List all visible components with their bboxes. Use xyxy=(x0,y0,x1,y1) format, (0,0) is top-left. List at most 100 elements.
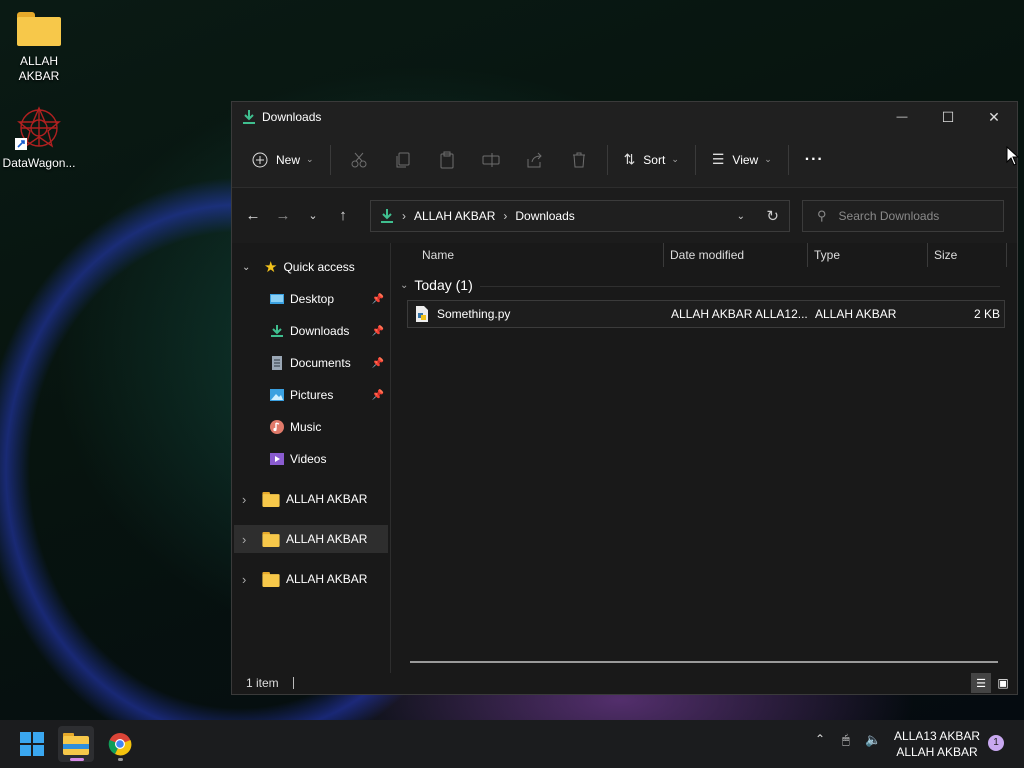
sidebar-item-label: Videos xyxy=(290,452,327,466)
content-area: ⌄ ★ Quick access Desktop 📌 Downloads 📌 D… xyxy=(232,243,1017,673)
clock-date: ALLAH AKBAR xyxy=(896,745,978,759)
horizontal-scrollbar[interactable] xyxy=(410,661,998,663)
chevron-down-icon: ⌄ xyxy=(671,154,679,164)
recent-locations-button[interactable]: ⌄ xyxy=(298,201,328,231)
sidebar-item-videos[interactable]: Videos xyxy=(234,445,388,473)
chrome-taskbar-button[interactable] xyxy=(102,726,138,762)
sidebar-item-folder[interactable]: › ALLAH AKBAR xyxy=(234,525,388,553)
sort-button[interactable]: ⇅ Sort ⌄ xyxy=(614,143,689,177)
column-divider[interactable] xyxy=(807,243,808,267)
share-icon[interactable] xyxy=(526,151,544,169)
folder-icon xyxy=(262,571,280,587)
sidebar-item-label: Desktop xyxy=(290,292,335,306)
chevron-right-icon[interactable]: › xyxy=(242,532,262,547)
group-label: Today (1) xyxy=(414,277,473,293)
more-options-button[interactable]: ··· xyxy=(795,143,834,177)
up-button[interactable]: ↑ xyxy=(328,201,358,231)
breadcrumb-item[interactable]: ALLAH AKBAR xyxy=(414,209,495,223)
notification-badge[interactable]: 1 xyxy=(988,735,1004,751)
column-divider[interactable] xyxy=(1006,243,1007,267)
sidebar-item-desktop[interactable]: Desktop 📌 xyxy=(234,285,388,313)
chevron-right-icon: › xyxy=(503,209,508,223)
rename-icon[interactable] xyxy=(482,151,500,169)
column-divider[interactable] xyxy=(927,243,928,267)
file-row[interactable]: Something.py ALLAH AKBAR ALLA12... ALLAH… xyxy=(407,300,1005,328)
file-name: Something.py xyxy=(437,307,511,321)
chevron-right-icon[interactable]: › xyxy=(242,572,262,587)
forward-button[interactable]: → xyxy=(268,201,298,231)
clock[interactable]: ALLA13 AKBAR ALLAH AKBAR xyxy=(884,728,990,760)
chevron-right-icon[interactable]: › xyxy=(242,492,262,507)
sidebar-item-label: ALLAH AKBAR xyxy=(286,492,368,506)
taskbar: ⌃ 🖱 🔈 ALLA13 AKBAR ALLAH AKBAR 1 xyxy=(0,720,1024,768)
file-explorer-taskbar-button[interactable] xyxy=(58,726,94,762)
sort-label: Sort xyxy=(643,152,666,167)
clock-time: ALLA13 AKBAR xyxy=(893,729,981,743)
windows-logo-icon xyxy=(20,732,44,756)
address-bar[interactable]: › ALLAH AKBAR › Downloads ⌄ ↻ xyxy=(370,200,790,232)
delete-icon[interactable] xyxy=(570,151,588,169)
sidebar-item-label: ALLAH AKBAR xyxy=(286,572,368,586)
maximize-button[interactable]: ☐ xyxy=(925,102,971,132)
title-bar[interactable]: Downloads — ☐ ✕ xyxy=(232,102,1017,132)
mouse-cursor xyxy=(1006,146,1020,166)
document-icon xyxy=(272,356,282,370)
status-bar: 1 item ☰ ▣ xyxy=(232,673,1017,693)
file-type: ALLAH AKBAR xyxy=(815,307,897,321)
sidebar-item-downloads[interactable]: Downloads 📌 xyxy=(234,317,388,345)
network-icon[interactable]: 🖱 xyxy=(842,732,850,748)
close-button[interactable]: ✕ xyxy=(971,102,1017,132)
minimize-button[interactable]: — xyxy=(879,102,925,132)
toolbar-divider xyxy=(787,144,789,175)
paste-icon[interactable] xyxy=(438,151,456,169)
show-hidden-icons-button[interactable]: ⌃ xyxy=(815,732,825,746)
address-dropdown-icon[interactable]: ⌄ xyxy=(737,211,745,222)
item-count: 1 item xyxy=(246,676,279,690)
volume-icon[interactable]: 🔈 xyxy=(865,732,881,748)
view-icon: ☰ xyxy=(711,151,725,167)
group-header[interactable]: ⌄ Today (1) xyxy=(400,277,1000,293)
search-box[interactable]: ⚲ xyxy=(802,200,1004,232)
refresh-icon[interactable]: ↻ xyxy=(766,207,779,225)
column-header-size[interactable]: Size xyxy=(934,243,957,267)
back-button[interactable]: ← xyxy=(238,201,268,231)
view-button[interactable]: ☰ View ⌄ xyxy=(702,143,782,177)
folder-icon xyxy=(262,531,280,547)
desktop-icon-datawagon[interactable]: DataWagon... xyxy=(2,104,76,171)
column-header-type[interactable]: Type xyxy=(814,243,840,267)
column-divider[interactable] xyxy=(663,243,664,267)
chrome-icon xyxy=(108,733,132,756)
sidebar-item-folder[interactable]: › ALLAH AKBAR xyxy=(234,485,388,513)
sidebar-item-pictures[interactable]: Pictures 📌 xyxy=(234,381,388,409)
breadcrumb-item[interactable]: Downloads xyxy=(515,209,574,223)
cut-icon[interactable] xyxy=(350,151,368,169)
column-header-name[interactable]: Name xyxy=(422,243,454,267)
toolbar-divider xyxy=(329,144,331,175)
start-button[interactable] xyxy=(14,726,50,762)
copy-icon[interactable] xyxy=(394,151,412,169)
pin-icon: 📌 xyxy=(371,293,384,305)
pictures-icon xyxy=(270,389,284,401)
details-view-button[interactable]: ☰ xyxy=(971,673,991,693)
sidebar-item-folder[interactable]: › ALLAH AKBAR xyxy=(234,565,388,593)
new-button[interactable]: New ⌄ xyxy=(242,143,324,177)
search-input[interactable] xyxy=(836,208,991,224)
sort-icon: ⇅ xyxy=(623,151,636,167)
pin-icon: 📌 xyxy=(371,357,384,369)
desktop-icon xyxy=(270,294,284,304)
pin-icon: 📌 xyxy=(371,389,384,401)
python-file-icon xyxy=(416,306,428,322)
group-divider xyxy=(480,286,1000,287)
sidebar-item-music[interactable]: Music xyxy=(234,413,388,441)
file-explorer-icon xyxy=(63,733,89,755)
desktop-icon-label: ALLAH AKBAR xyxy=(18,54,60,83)
chevron-down-icon[interactable]: ⌄ xyxy=(242,262,258,273)
large-icons-view-button[interactable]: ▣ xyxy=(993,673,1013,693)
sidebar-item-quick-access[interactable]: ⌄ ★ Quick access xyxy=(234,253,388,281)
desktop-icon-folder[interactable]: ALLAH AKBAR xyxy=(2,12,76,84)
command-bar: New ⌄ ⇅ Sort ⌄ ☰ View ⌄ ··· xyxy=(232,132,1017,188)
sidebar-item-documents[interactable]: Documents 📌 xyxy=(234,349,388,377)
download-icon xyxy=(271,325,283,337)
column-header-date[interactable]: Date modified xyxy=(670,243,744,267)
videos-icon xyxy=(270,453,284,465)
